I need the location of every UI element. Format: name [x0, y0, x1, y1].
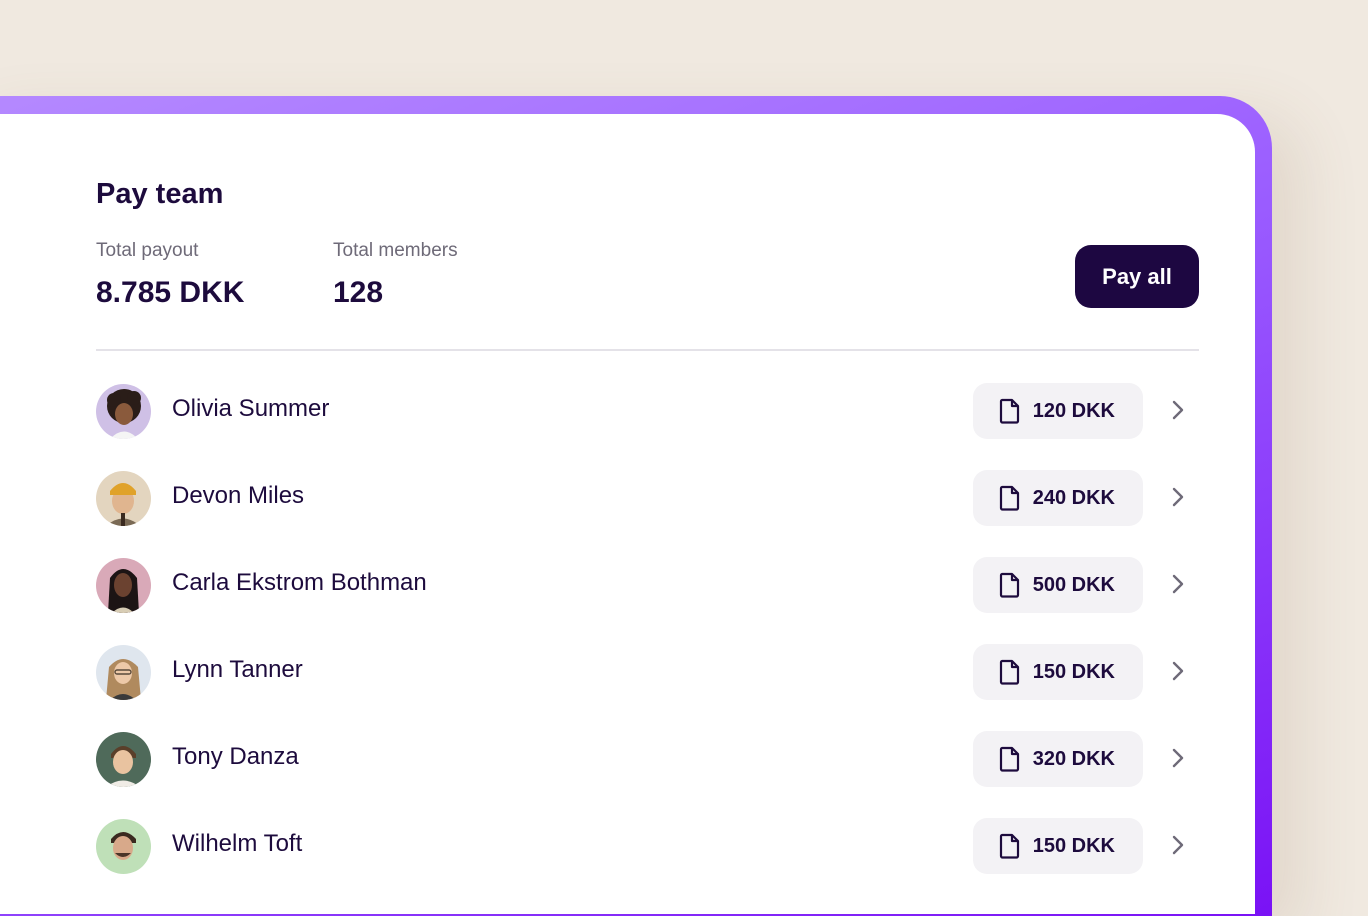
total-members-value: 128 — [333, 276, 384, 309]
member-row[interactable]: Carla Ekstrom Bothman 500 DKK — [96, 555, 1199, 642]
document-icon — [999, 485, 1021, 511]
amount-pill[interactable]: 120 DKK — [972, 383, 1143, 439]
amount-pill[interactable]: 150 DKK — [972, 818, 1143, 874]
member-name: Devon Miles — [172, 482, 305, 509]
document-icon — [999, 398, 1021, 424]
total-payout-stat: Total payout 8.785 DKK — [96, 240, 244, 310]
avatar — [96, 558, 151, 613]
member-row[interactable]: Olivia Summer 120 DKK — [96, 381, 1199, 468]
total-members-label: Total members — [333, 240, 458, 261]
member-name: Olivia Summer — [172, 395, 330, 422]
amount-pill[interactable]: 500 DKK — [972, 557, 1143, 613]
amount-pill[interactable]: 150 DKK — [972, 644, 1143, 700]
divider — [96, 349, 1199, 351]
total-payout-label: Total payout — [96, 240, 199, 261]
document-icon — [999, 572, 1021, 598]
member-list: Olivia Summer 120 DKK Devon Miles 240 DK… — [96, 381, 1199, 903]
amount-value: 120 DKK — [1032, 399, 1115, 422]
member-name: Wilhelm Toft — [172, 830, 303, 857]
amount-value: 320 DKK — [1032, 747, 1115, 770]
member-name: Tony Danza — [172, 743, 299, 770]
amount-value: 150 DKK — [1032, 660, 1115, 683]
member-row[interactable]: Devon Miles 240 DKK — [96, 468, 1199, 555]
total-payout-value: 8.785 DKK — [96, 276, 245, 309]
total-members-stat: Total members 128 — [333, 240, 458, 310]
avatar — [96, 384, 151, 439]
chevron-right-icon[interactable] — [1169, 747, 1187, 769]
amount-pill[interactable]: 240 DKK — [972, 470, 1143, 526]
amount-value: 150 DKK — [1032, 834, 1115, 857]
member-name: Lynn Tanner — [172, 656, 303, 683]
chevron-right-icon[interactable] — [1169, 486, 1187, 508]
amount-pill[interactable]: 320 DKK — [972, 731, 1143, 787]
avatar — [96, 471, 151, 526]
member-name: Carla Ekstrom Bothman — [172, 569, 427, 596]
member-row[interactable]: Lynn Tanner 150 DKK — [96, 642, 1199, 729]
avatar — [96, 819, 151, 874]
avatar — [96, 645, 151, 700]
page-title: Pay team — [96, 178, 224, 210]
pay-team-panel: Pay team Total payout 8.785 DKK Total me… — [0, 114, 1255, 914]
document-icon — [999, 746, 1021, 772]
member-row[interactable]: Wilhelm Toft 150 DKK — [96, 816, 1199, 903]
member-row[interactable]: Tony Danza 320 DKK — [96, 729, 1199, 816]
document-icon — [999, 833, 1021, 859]
document-icon — [999, 659, 1021, 685]
chevron-right-icon[interactable] — [1169, 660, 1187, 682]
chevron-right-icon[interactable] — [1169, 399, 1187, 421]
amount-value: 500 DKK — [1032, 573, 1115, 596]
amount-value: 240 DKK — [1032, 486, 1115, 509]
pay-all-button[interactable]: Pay all — [1075, 245, 1199, 308]
chevron-right-icon[interactable] — [1169, 834, 1187, 856]
chevron-right-icon[interactable] — [1169, 573, 1187, 595]
avatar — [96, 732, 151, 787]
